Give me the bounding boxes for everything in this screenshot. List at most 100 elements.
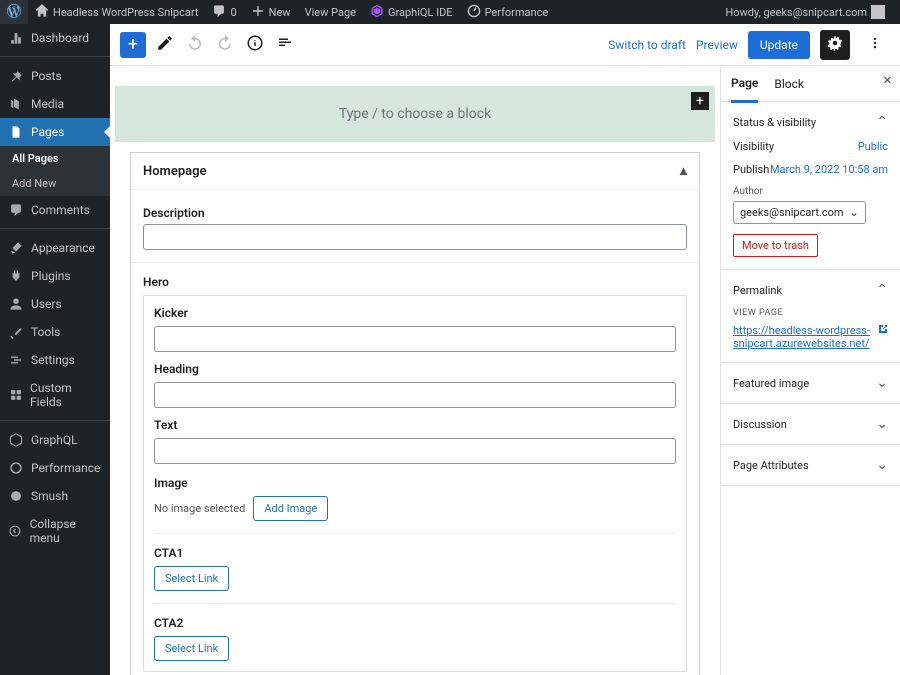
sidebar-item-settings[interactable]: Settings (0, 346, 110, 374)
outline-button[interactable] (274, 34, 296, 56)
heading-input[interactable] (154, 382, 676, 408)
placeholder-text: Type / to choose a block (339, 106, 491, 122)
info-icon (246, 34, 264, 56)
user-icon (8, 297, 24, 311)
inline-add-block-button[interactable]: + (691, 92, 709, 110)
description-input[interactable] (143, 224, 687, 250)
update-button[interactable]: Update (748, 31, 810, 59)
metabox-header-homepage[interactable]: Homepage ▴ (131, 153, 699, 190)
move-to-trash-button[interactable]: Move to trash (733, 234, 818, 257)
panel-header-discussion[interactable]: Discussion ⌄ (733, 416, 888, 432)
sidebar-item-posts[interactable]: Posts (0, 62, 110, 90)
undo-button[interactable] (184, 34, 206, 56)
comment-icon (8, 203, 24, 217)
brush-icon (8, 241, 24, 255)
media-icon (8, 97, 24, 111)
sidebar-item-custom-fields[interactable]: Custom Fields (0, 374, 110, 416)
redo-icon (216, 34, 234, 56)
new-content-menu[interactable]: New (244, 0, 298, 24)
sidebar-item-appearance[interactable]: Appearance (0, 234, 110, 262)
comment-icon (212, 4, 226, 21)
external-link-icon (878, 324, 888, 337)
graphiql-ide-menu[interactable]: GraphiQL IDE (363, 0, 460, 24)
chevron-down-icon: ⌄ (876, 375, 888, 391)
switch-draft-button[interactable]: Switch to draft (608, 38, 686, 52)
chevron-down-icon: ⌄ (876, 457, 888, 473)
comments-count: 0 (230, 6, 236, 19)
collapse-menu[interactable]: Collapse menu (0, 510, 110, 552)
sidebar-item-dashboard[interactable]: Dashboard (0, 24, 110, 52)
view-page-link[interactable]: View Page (298, 0, 363, 24)
author-label: Author (733, 186, 888, 197)
comments-menu[interactable]: 0 (205, 0, 243, 24)
kicker-label: Kicker (154, 306, 676, 320)
close-settings-button[interactable]: ✕ (883, 74, 892, 87)
grid-icon (8, 388, 23, 402)
chevron-up-icon: ⌃ (876, 114, 888, 130)
redo-button[interactable] (214, 34, 236, 56)
preview-button[interactable]: Preview (696, 38, 738, 52)
close-icon: ✕ (883, 74, 892, 87)
edit-mode-button[interactable] (154, 34, 176, 56)
wrench-icon (8, 325, 24, 339)
visibility-value[interactable]: Public (858, 140, 888, 153)
heading-label: Heading (154, 362, 676, 376)
sidebar-item-graphql[interactable]: GraphQL (0, 426, 110, 454)
avatar (871, 5, 885, 19)
plug-icon (8, 269, 24, 283)
cta1-select-link-button[interactable]: Select Link (154, 566, 229, 591)
info-button[interactable] (244, 34, 266, 56)
user-account-menu[interactable]: Howdy, geeks@snipcart.com (718, 0, 892, 24)
add-image-button[interactable]: Add Image (253, 496, 328, 521)
block-placeholder[interactable]: Type / to choose a block + (115, 86, 715, 142)
pages-icon (8, 125, 24, 139)
new-label: New (269, 6, 291, 19)
site-title: Headless WordPress Snipcart (53, 6, 198, 19)
gear-icon (826, 34, 844, 56)
cta2-select-link-button[interactable]: Select Link (154, 636, 229, 661)
pin-icon (8, 69, 24, 83)
sliders-icon (8, 353, 24, 367)
sidebar-item-performance[interactable]: Performance (0, 454, 110, 482)
panel-header-page-attributes[interactable]: Page Attributes ⌄ (733, 457, 888, 473)
sidebar-item-users[interactable]: Users (0, 290, 110, 318)
chevron-down-icon: ⌄ (876, 416, 888, 432)
no-image-text: No image selected (154, 502, 245, 515)
smush-icon (8, 489, 24, 503)
tab-block[interactable]: Block (774, 67, 804, 101)
publish-label: Publish (733, 163, 769, 176)
sidebar-item-pages[interactable]: Pages (0, 118, 110, 146)
wp-logo-menu[interactable] (0, 0, 28, 24)
tab-page[interactable]: Page (731, 66, 758, 103)
sidebar-item-comments[interactable]: Comments (0, 196, 110, 224)
outline-icon (276, 34, 294, 56)
sidebar-item-smush[interactable]: Smush (0, 482, 110, 510)
kicker-input[interactable] (154, 326, 676, 352)
view-page-label: VIEW PAGE (733, 308, 888, 318)
undo-icon (186, 34, 204, 56)
permalink-url-link[interactable]: https://headless-wordpress-snipcart.azur… (733, 324, 888, 350)
howdy-text: Howdy, geeks@snipcart.com (725, 6, 867, 19)
sidebar-subitem-all-pages[interactable]: All Pages (0, 146, 110, 171)
add-block-button[interactable]: + (120, 32, 146, 58)
metabox-title: Homepage (143, 164, 207, 179)
panel-header-permalink[interactable]: Permalink ⌃ (733, 282, 888, 298)
kebab-icon (868, 36, 882, 54)
sidebar-item-media[interactable]: Media (0, 90, 110, 118)
visibility-label: Visibility (733, 140, 774, 153)
settings-toggle-button[interactable] (820, 30, 850, 60)
panel-header-featured-image[interactable]: Featured image ⌄ (733, 375, 888, 391)
gauge-icon (8, 461, 24, 475)
publish-value[interactable]: March 9, 2022 10:58 am (770, 163, 888, 176)
plus-icon: + (696, 93, 704, 109)
more-menu-button[interactable] (860, 30, 890, 60)
panel-header-status[interactable]: Status & visibility ⌃ (733, 114, 888, 130)
performance-menu[interactable]: Performance (460, 0, 556, 24)
sidebar-item-plugins[interactable]: Plugins (0, 262, 110, 290)
sidebar-subitem-add-new[interactable]: Add New (0, 171, 110, 196)
author-select[interactable]: geeks@snipcart.com ⌄ (733, 201, 866, 224)
site-name-menu[interactable]: Headless WordPress Snipcart (28, 0, 205, 24)
sidebar-item-tools[interactable]: Tools (0, 318, 110, 346)
text-input[interactable] (154, 438, 676, 464)
wordpress-icon (7, 4, 21, 21)
